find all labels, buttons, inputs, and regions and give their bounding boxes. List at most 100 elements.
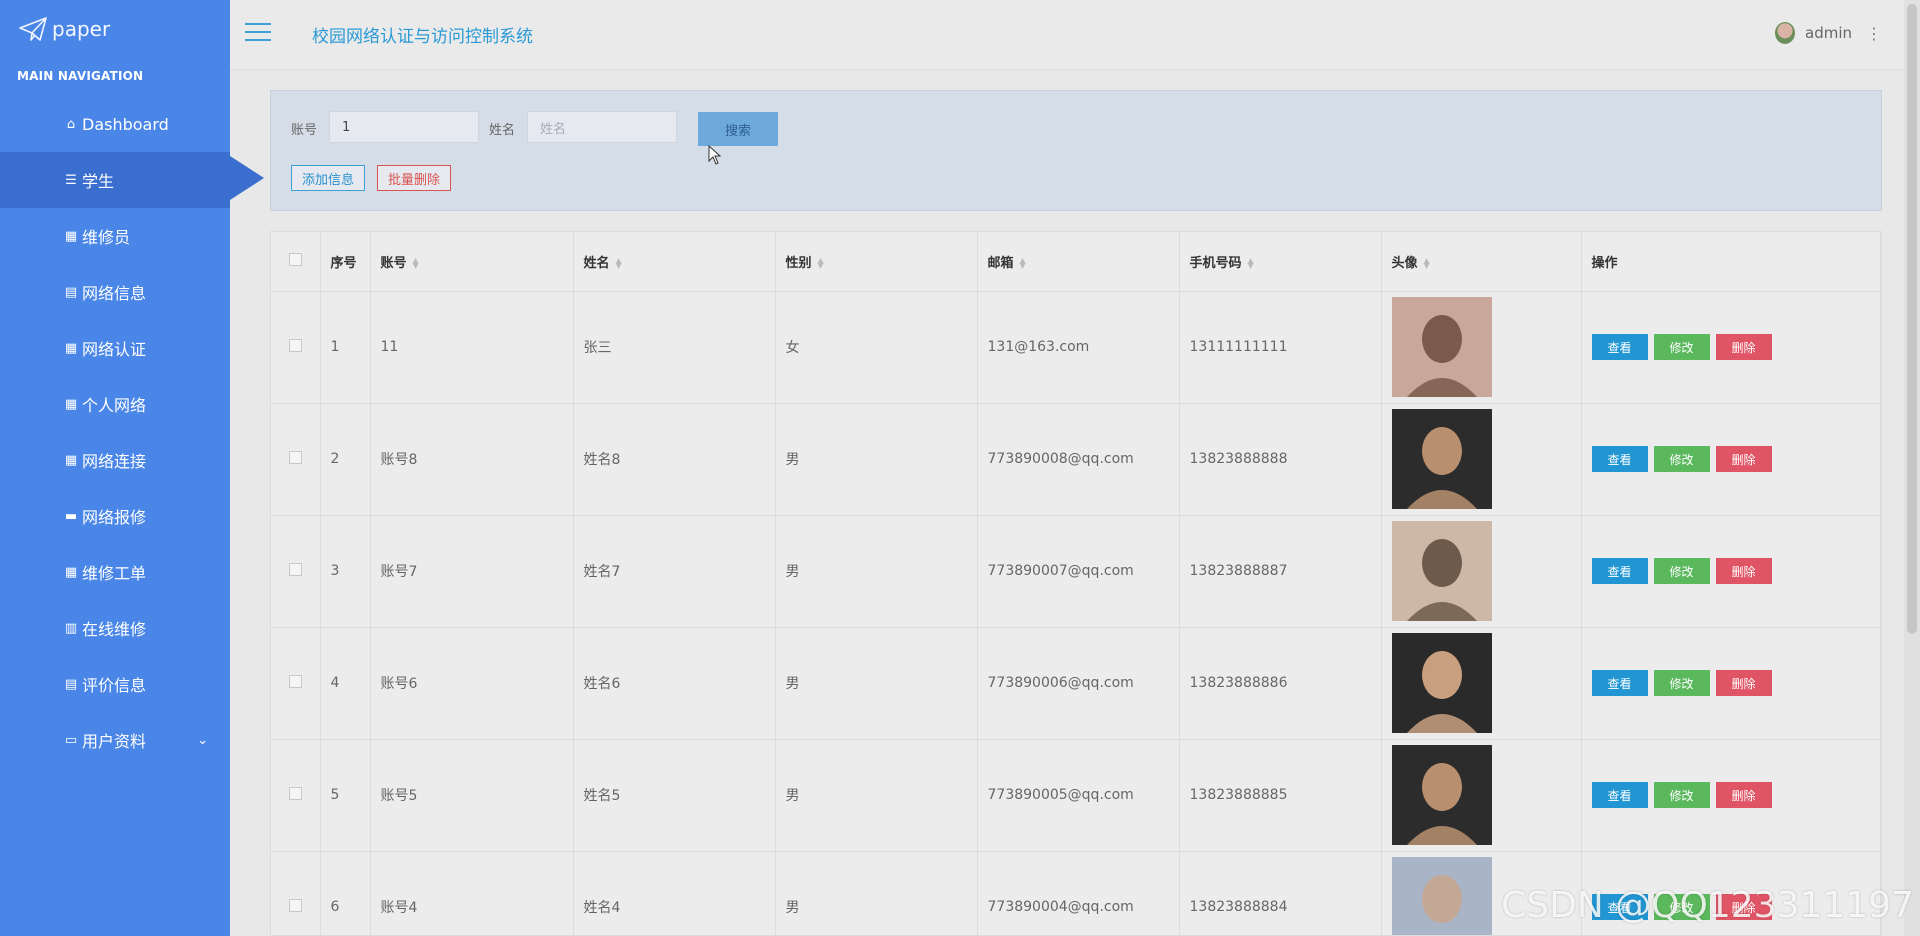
cell-email: 773890007@qq.com bbox=[977, 515, 1180, 628]
sort-icon[interactable]: ▲ ▼ bbox=[1248, 257, 1254, 270]
sort-icon[interactable]: ▲ ▼ bbox=[616, 257, 622, 270]
sidebar-item-label: 维修员 bbox=[82, 228, 131, 247]
cell-actions: 查看 修改 删除 bbox=[1581, 403, 1881, 516]
scrollbar-thumb[interactable] bbox=[1907, 4, 1917, 634]
sort-icon[interactable]: ▲ ▼ bbox=[818, 257, 824, 270]
menu-toggle-icon[interactable] bbox=[245, 23, 271, 43]
sidebar-item-label: 用户资料 bbox=[82, 732, 147, 751]
column-header-phone[interactable]: 手机号码 ▲ ▼ bbox=[1179, 232, 1382, 292]
table-header-row: 序号 账号 ▲ ▼ 姓名 ▲ ▼ 性别 ▲ ▼ 邮箱 ▲ ▼ 手机号码 ▲ ▼ 头像 ▲ ▼ 操作 bbox=[271, 232, 1881, 292]
search-button[interactable]: 搜索 bbox=[698, 112, 778, 146]
row-select-cell bbox=[271, 627, 321, 740]
view-button[interactable]: 查看 bbox=[1591, 670, 1648, 696]
page-scrollbar[interactable] bbox=[1904, 0, 1920, 936]
table-row: 2 账号8 姓名8 男 773890008@qq.com 13823888888 查看 修改删… bbox=[271, 403, 1881, 516]
account-input[interactable]: 1 bbox=[329, 111, 479, 143]
cell-actions: 查看 修改 删除 bbox=[1581, 291, 1881, 404]
cell-avatar bbox=[1381, 627, 1582, 740]
sidebar-item-students[interactable]: ☰ 学生 bbox=[0, 152, 230, 208]
sidebar-item-personal-network[interactable]: ▦ 个人网络 bbox=[0, 376, 230, 432]
sidebar-item-dashboard[interactable]: ⌂ Dashboard bbox=[0, 96, 230, 152]
active-item-pointer bbox=[230, 156, 264, 200]
logo-text: paper bbox=[52, 17, 111, 41]
sidebar-item-online-repair[interactable]: ▥ 在线维修 bbox=[0, 600, 230, 656]
column-header-name[interactable]: 姓名 ▲ ▼ bbox=[573, 232, 776, 292]
sidebar-item-work-orders[interactable]: ▦ 维修工单 bbox=[0, 544, 230, 600]
cell-name: 姓名4 bbox=[573, 851, 776, 935]
cell-avatar bbox=[1381, 739, 1582, 852]
row-checkbox[interactable] bbox=[288, 786, 302, 800]
column-header-label: 姓名 bbox=[583, 255, 610, 271]
row-checkbox[interactable] bbox=[288, 338, 302, 352]
sidebar-item-network-connection[interactable]: ▦ 网络连接 bbox=[0, 432, 230, 488]
list-icon: ☰ bbox=[65, 172, 77, 188]
row-select-cell bbox=[271, 739, 321, 852]
delete-button[interactable]: 删除 bbox=[1715, 782, 1772, 808]
edit-button[interactable]: 修改 bbox=[1653, 334, 1710, 360]
add-button[interactable]: 添加信息 bbox=[291, 165, 366, 191]
delete-button[interactable]: 删除 bbox=[1715, 670, 1772, 696]
grid-icon: ▦ bbox=[64, 452, 78, 468]
cell-avatar bbox=[1381, 291, 1582, 404]
sort-icon[interactable]: ▲ ▼ bbox=[1424, 257, 1430, 270]
sidebar-item-network-repair[interactable]: ▬ 网络报修 bbox=[0, 488, 230, 544]
user-menu[interactable]: admin ⋮ bbox=[1775, 22, 1882, 44]
column-header-avatar[interactable]: 头像 ▲ ▼ bbox=[1381, 232, 1582, 292]
grid-icon: ▦ bbox=[64, 396, 78, 412]
clipboard-icon: ▤ bbox=[64, 284, 78, 300]
column-header-email[interactable]: 邮箱 ▲ ▼ bbox=[977, 232, 1180, 292]
cell-phone: 13823888888 bbox=[1179, 403, 1382, 516]
grid-icon: ▦ bbox=[64, 564, 78, 580]
table-row: 4 账号6 姓名6 男 773890006@qq.com 13823888886 查看 修改删… bbox=[271, 627, 1881, 740]
row-select-cell bbox=[271, 851, 321, 935]
more-vertical-icon[interactable]: ⋮ bbox=[1866, 24, 1882, 43]
cell-actions: 查看 修改 删除 bbox=[1581, 515, 1881, 628]
cell-actions: 查看 修改 删除 bbox=[1581, 739, 1881, 852]
cell-index: 1 bbox=[320, 291, 371, 404]
sidebar-item-reviews[interactable]: ▤ 评价信息 bbox=[0, 656, 230, 712]
cell-email: 773890006@qq.com bbox=[977, 627, 1180, 740]
paper-plane-icon bbox=[19, 17, 47, 41]
select-all-cell bbox=[271, 232, 321, 292]
row-checkbox[interactable] bbox=[288, 898, 302, 912]
column-header-account[interactable]: 账号 ▲ ▼ bbox=[370, 232, 574, 292]
column-header-gender[interactable]: 性别 ▲ ▼ bbox=[775, 232, 978, 292]
edit-button[interactable]: 修改 bbox=[1653, 446, 1710, 472]
row-checkbox[interactable] bbox=[288, 450, 302, 464]
sort-icon[interactable]: ▲ ▼ bbox=[413, 257, 419, 270]
sort-icon[interactable]: ▲ ▼ bbox=[1020, 257, 1026, 270]
edit-button[interactable]: 修改 bbox=[1653, 782, 1710, 808]
header: 校园网络认证与访问控制系统 admin ⋮ bbox=[230, 0, 1920, 70]
cell-phone: 13823888884 bbox=[1179, 851, 1382, 935]
sidebar-item-network-info[interactable]: ▤ 网络信息 bbox=[0, 264, 230, 320]
view-button[interactable]: 查看 bbox=[1591, 782, 1648, 808]
view-button[interactable]: 查看 bbox=[1591, 558, 1648, 584]
cell-gender: 男 bbox=[775, 627, 978, 740]
cell-index: 6 bbox=[320, 851, 371, 935]
row-checkbox[interactable] bbox=[288, 674, 302, 688]
cell-name: 姓名5 bbox=[573, 739, 776, 852]
sidebar-item-network-auth[interactable]: ▦ 网络认证 bbox=[0, 320, 230, 376]
avatar-photo bbox=[1391, 409, 1492, 509]
sidebar-item-user-profile[interactable]: ▭ 用户资料 ⌄ bbox=[0, 712, 230, 768]
select-all-checkbox[interactable] bbox=[288, 252, 302, 266]
cell-account: 账号4 bbox=[370, 851, 574, 935]
row-checkbox[interactable] bbox=[288, 562, 302, 576]
batch-delete-button[interactable]: 批量删除 bbox=[377, 165, 452, 191]
edit-button[interactable]: 修改 bbox=[1653, 558, 1710, 584]
delete-button[interactable]: 删除 bbox=[1715, 446, 1772, 472]
view-button[interactable]: 查看 bbox=[1591, 334, 1648, 360]
name-input[interactable]: 姓名 bbox=[527, 111, 677, 143]
column-header-label: 手机号码 bbox=[1189, 255, 1242, 271]
edit-button[interactable]: 修改 bbox=[1653, 670, 1710, 696]
logo[interactable]: paper bbox=[18, 14, 110, 44]
column-header-label: 性别 bbox=[785, 255, 812, 271]
cell-phone: 13823888887 bbox=[1179, 515, 1382, 628]
view-button[interactable]: 查看 bbox=[1591, 446, 1648, 472]
avatar-photo bbox=[1391, 297, 1492, 397]
sidebar-item-repairers[interactable]: ▦ 维修员 bbox=[0, 208, 230, 264]
avatar-photo bbox=[1391, 745, 1492, 845]
delete-button[interactable]: 删除 bbox=[1715, 558, 1772, 584]
delete-button[interactable]: 删除 bbox=[1715, 334, 1772, 360]
cell-index: 4 bbox=[320, 627, 371, 740]
